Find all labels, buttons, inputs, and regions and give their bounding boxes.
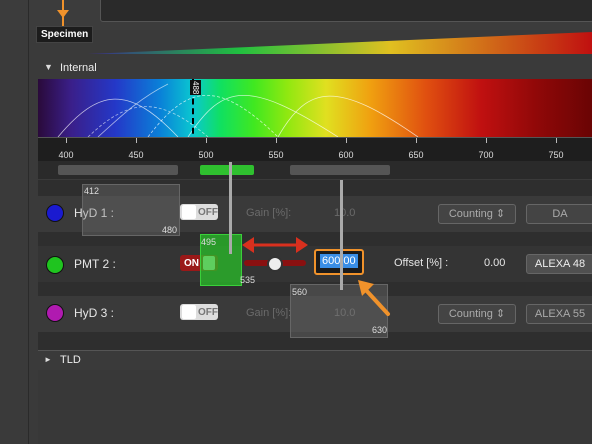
- axis-label: 500: [198, 150, 214, 160]
- axis-label: 400: [58, 150, 74, 160]
- range-high-label: 480: [162, 225, 178, 235]
- axis-label: 700: [478, 150, 494, 160]
- pointer-arrow-annotation-icon: [358, 280, 390, 316]
- range-high-label: 535: [240, 275, 256, 285]
- range-low-label: 560: [292, 287, 308, 297]
- detector-color-dot: [46, 204, 64, 222]
- axis-tick: [416, 138, 417, 143]
- gain-label: Gain [%]:: [246, 207, 292, 219]
- spectrum-beam-wedge: [88, 32, 592, 54]
- axis-tick: [346, 138, 347, 143]
- mode-select-label: Counting: [448, 308, 493, 320]
- range-low-label: 495: [201, 237, 217, 247]
- dye-button[interactable]: DA: [526, 204, 592, 224]
- detector-range-strip: [38, 161, 592, 179]
- internal-section-label: Internal: [60, 62, 97, 74]
- tld-section-header[interactable]: ► TLD: [38, 350, 592, 371]
- axis-label: 750: [548, 150, 564, 160]
- spectrum-curves: [57, 83, 419, 137]
- gain-value: 10.0: [334, 207, 356, 219]
- range-segment: [58, 165, 178, 175]
- toggle-label: ON: [184, 257, 199, 269]
- mode-select[interactable]: Counting ⇕: [438, 204, 516, 224]
- mode-select[interactable]: Counting ⇕: [438, 304, 516, 324]
- specimen-arrow-icon: [57, 10, 69, 18]
- detector-toggle[interactable]: OFF: [180, 304, 218, 320]
- left-divider: [28, 0, 29, 444]
- range-segment: [290, 165, 390, 175]
- range-segment-active[interactable]: [200, 165, 254, 175]
- detector-name: HyD 3 :: [74, 306, 115, 320]
- detector-name: PMT 2 :: [74, 257, 116, 271]
- bottom-panel-area: [38, 370, 592, 444]
- toggle-label: OFF: [198, 206, 218, 218]
- gain-input-highlight: 600.00: [314, 249, 364, 275]
- axis-tick: [556, 138, 557, 143]
- tld-section-label: TLD: [60, 354, 81, 366]
- axis-label: 650: [408, 150, 424, 160]
- detector-color-dot: [46, 304, 64, 322]
- axis-tick: [276, 138, 277, 143]
- axis-tick: [486, 138, 487, 143]
- axis-label: 600: [338, 150, 354, 160]
- toggle-label: OFF: [198, 306, 218, 318]
- gain-input[interactable]: 600.00: [320, 254, 358, 268]
- dye-button[interactable]: ALEXA 55: [526, 304, 592, 324]
- specimen-label: Specimen: [36, 26, 94, 43]
- axis-tick: [136, 138, 137, 143]
- wavelength-axis: 400 450 500 550 600 650 700 750: [38, 137, 592, 162]
- gain-label: Gain [%]:: [246, 307, 292, 319]
- triangle-down-icon[interactable]: ▼: [44, 62, 53, 72]
- range-high-label: 630: [372, 325, 388, 335]
- axis-label: 450: [128, 150, 144, 160]
- internal-section-header[interactable]: [38, 58, 592, 78]
- offset-value[interactable]: 0.00: [484, 257, 505, 269]
- top-panel: [100, 0, 592, 22]
- detector-toggle[interactable]: OFF: [180, 204, 218, 220]
- gain-slider-thumb[interactable]: [267, 256, 283, 272]
- axis-label: 550: [268, 150, 284, 160]
- axis-tick: [206, 138, 207, 143]
- double-arrow-annotation-icon: [242, 237, 308, 253]
- mode-select-label: Counting: [448, 208, 493, 220]
- window-guide-line: [340, 180, 343, 290]
- laser-line-label: 488: [190, 80, 201, 96]
- dye-button[interactable]: ALEXA 48: [526, 254, 592, 274]
- range-low-label: 412: [84, 186, 100, 196]
- window-guide-line: [229, 162, 232, 254]
- triangle-right-icon[interactable]: ►: [44, 355, 52, 364]
- detector-color-dot: [46, 256, 64, 274]
- detector-row-pmt2: PMT 2 : ON 600.00 Offset [%] : 0.00 ALEX…: [38, 246, 592, 282]
- axis-tick: [66, 138, 67, 143]
- offset-label: Offset [%] :: [394, 257, 449, 269]
